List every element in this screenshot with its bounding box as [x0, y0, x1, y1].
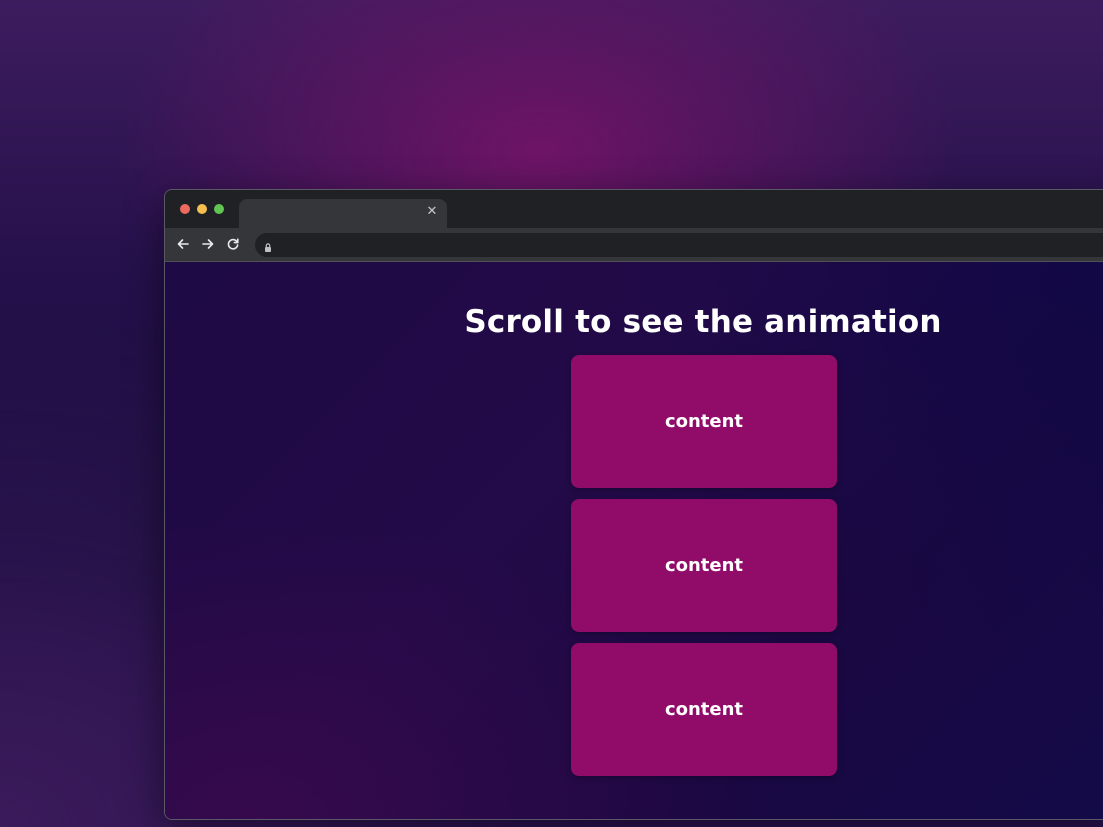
content-card: content [571, 499, 837, 632]
arrow-right-icon[interactable] [199, 235, 217, 253]
address-bar[interactable] [255, 233, 1103, 257]
page-title: Scroll to see the animation [464, 304, 942, 340]
page-viewport[interactable]: Scroll to see the animation content cont… [165, 262, 1103, 819]
card-label: content [664, 411, 744, 432]
content-card: content [571, 355, 837, 488]
content-card: content [571, 643, 837, 776]
close-icon[interactable]: ✕ [425, 204, 439, 220]
card-label: content [664, 555, 744, 576]
maximize-window-button[interactable] [214, 204, 224, 214]
close-window-button[interactable] [180, 204, 190, 214]
card-label: content [664, 699, 744, 720]
browser-window: ✕ Scroll to see the animation content co… [164, 189, 1103, 820]
browser-tab[interactable]: ✕ [239, 199, 447, 228]
arrow-left-icon[interactable] [174, 235, 192, 253]
browser-toolbar [165, 228, 1103, 262]
lock-icon [263, 239, 273, 252]
reload-icon[interactable] [224, 235, 242, 253]
minimize-window-button[interactable] [197, 204, 207, 214]
browser-titlebar: ✕ [165, 190, 1103, 228]
card-list: content content content [571, 355, 837, 787]
